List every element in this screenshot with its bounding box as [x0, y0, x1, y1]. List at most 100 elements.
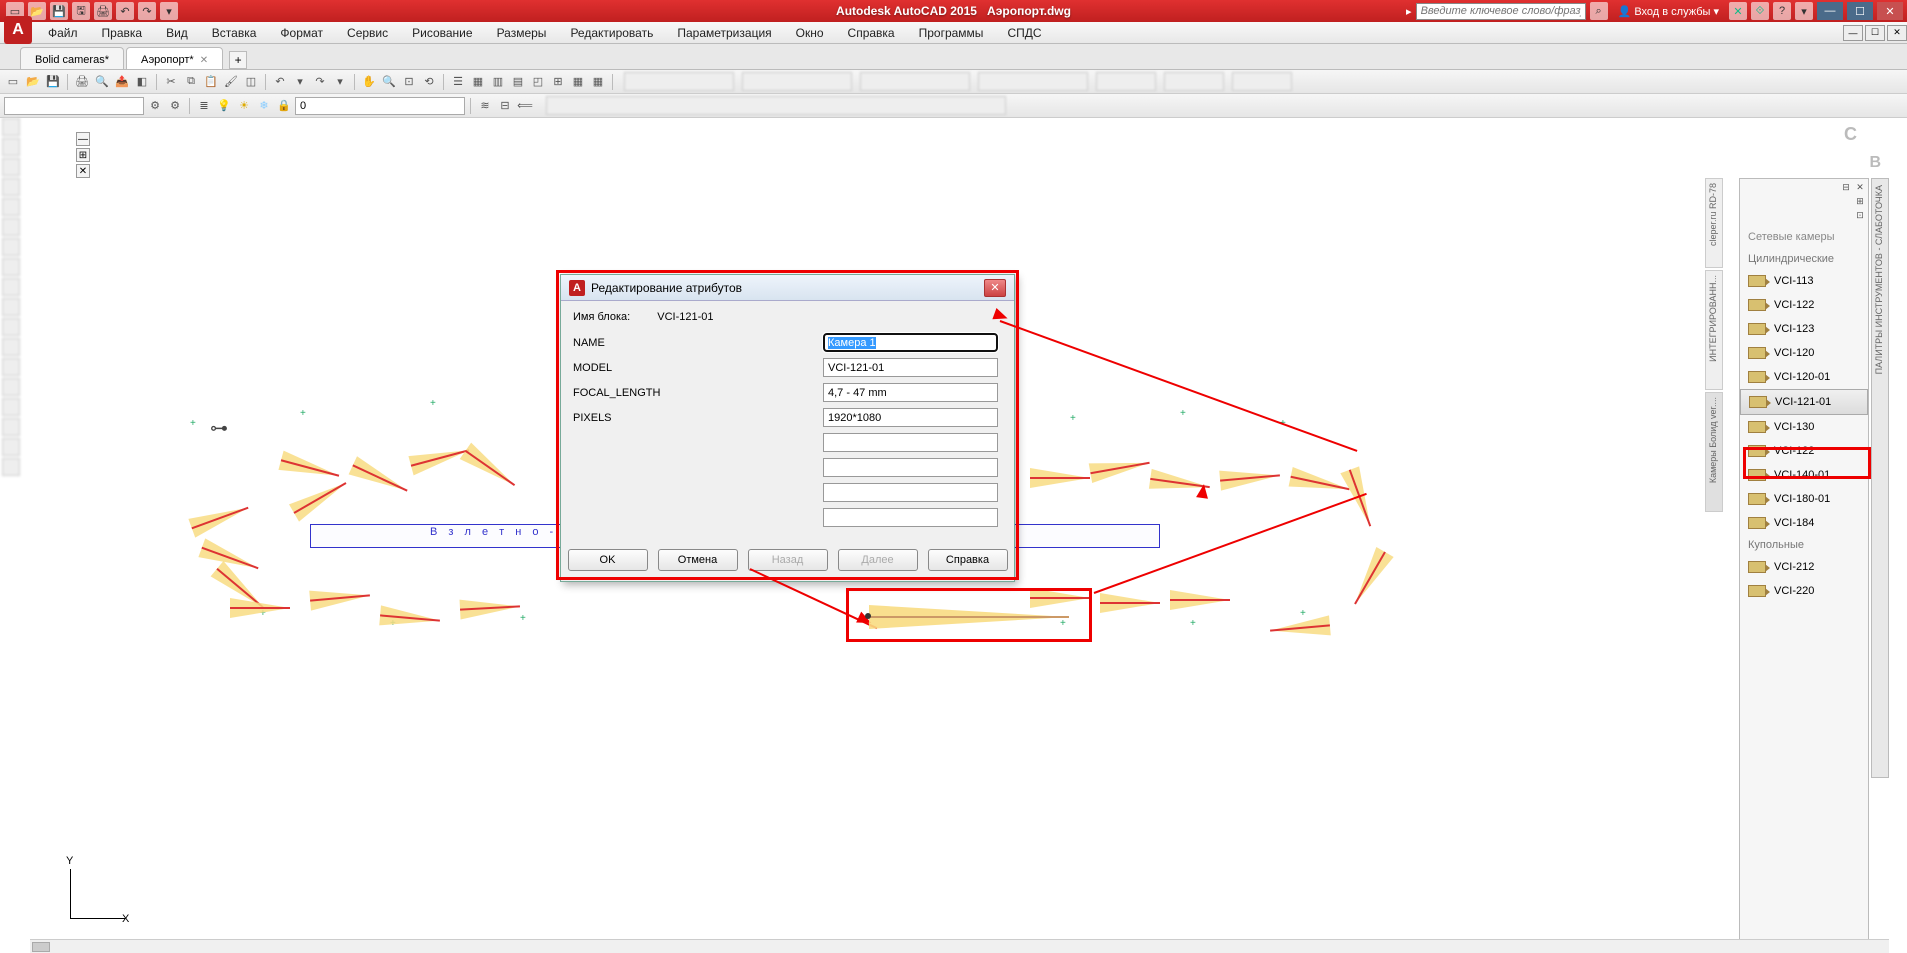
tb-3d-icon[interactable]: ◧ [133, 73, 151, 91]
qat-saveas-icon[interactable]: 🖫 [72, 2, 90, 20]
palette-item-vci-184[interactable]: VCI-184 [1740, 511, 1868, 535]
tab-add-button[interactable]: + [229, 51, 247, 69]
menu-draw[interactable]: Рисование [400, 23, 484, 43]
viewport-btn2[interactable]: ⊞ [76, 148, 90, 162]
attr-input-FOCAL_LENGTH[interactable] [823, 383, 998, 402]
tb-laystate-icon[interactable]: ≋ [476, 97, 494, 115]
tb-tp-icon[interactable]: ▥ [489, 73, 507, 91]
palette-close-icon[interactable]: ✕ [1854, 181, 1866, 193]
attr-input-blank[interactable] [823, 433, 998, 452]
tb-ssm-icon[interactable]: ▤ [509, 73, 527, 91]
app-logo-icon[interactable]: A [4, 16, 32, 44]
palette-tab-integr[interactable]: ИНТЕГРИРОВАНН... [1705, 270, 1723, 390]
blur-combo-4[interactable] [978, 72, 1088, 91]
blur-long[interactable] [546, 96, 1006, 115]
tab-airport[interactable]: Аэропорт*✕ [126, 47, 223, 69]
tb-gear-icon[interactable]: ⚙ [146, 97, 164, 115]
palette-item-vci-121-01[interactable]: VCI-121-01 [1740, 389, 1868, 415]
tab-bolid[interactable]: Bolid cameras* [20, 47, 124, 69]
tb-drop2-icon[interactable]: ▾ [331, 73, 349, 91]
vt-mirror-icon[interactable] [2, 418, 20, 436]
tb-copy-icon[interactable]: ⧉ [182, 73, 200, 91]
palette-item-vci-120[interactable]: VCI-120 [1740, 341, 1868, 365]
tb-open-icon[interactable]: 📂 [24, 73, 42, 91]
qat-undo-icon[interactable]: ↶ [116, 2, 134, 20]
dialog-titlebar[interactable]: A Редактирование атрибутов ✕ [561, 275, 1014, 301]
vt-rect-icon[interactable] [2, 198, 20, 216]
palette-pin-icon[interactable]: ⊟ [1840, 181, 1852, 193]
blur-combo-1[interactable] [624, 72, 734, 91]
attr-input-PIXELS[interactable] [823, 408, 998, 427]
search-input[interactable] [1416, 3, 1586, 20]
exchange-icon[interactable]: ✕ [1729, 2, 1747, 20]
tb-lock-icon[interactable]: 🔒 [275, 97, 293, 115]
menu-format[interactable]: Формат [268, 23, 335, 43]
close-button[interactable]: ✕ [1877, 2, 1903, 20]
tb-qc-icon[interactable]: ⊞ [549, 73, 567, 91]
tb-markup-icon[interactable]: ◰ [529, 73, 547, 91]
palette-title-bar[interactable]: ПАЛИТРЫ ИНСТРУМЕНТОВ - СЛАБОТОЧКА [1871, 178, 1889, 778]
menu-spds[interactable]: СПДС [995, 23, 1053, 43]
tb-new-icon[interactable]: ▭ [4, 73, 22, 91]
palette-item-vci-123[interactable]: VCI-123 [1740, 317, 1868, 341]
ok-button[interactable]: OK [568, 549, 648, 571]
menu-edit[interactable]: Правка [90, 23, 155, 43]
palette-opt2-icon[interactable]: ⊡ [1854, 209, 1866, 221]
vt-copy-icon[interactable] [2, 318, 20, 336]
tab-close-icon[interactable]: ✕ [200, 55, 208, 66]
menu-view[interactable]: Вид [154, 23, 200, 43]
a360-icon[interactable]: ⟐ [1751, 2, 1769, 20]
qat-drop-icon[interactable]: ▾ [160, 2, 178, 20]
tb-props-icon[interactable]: ☰ [449, 73, 467, 91]
tb-drop1-icon[interactable]: ▾ [291, 73, 309, 91]
menu-param[interactable]: Параметризация [665, 23, 783, 43]
qat-redo-icon[interactable]: ↷ [138, 2, 156, 20]
vt-hatch-icon[interactable] [2, 238, 20, 256]
menu-file[interactable]: Файл [36, 23, 90, 43]
tb-grid-icon[interactable]: ▦ [589, 73, 607, 91]
tb-gear2-icon[interactable]: ⚙ [166, 97, 184, 115]
vt-arc-icon[interactable] [2, 178, 20, 196]
palette-opt1-icon[interactable]: ⊞ [1854, 195, 1866, 207]
login-link[interactable]: 👤 Вход в службы ▾ [1612, 5, 1725, 18]
tb-layiso-icon[interactable]: ⊟ [496, 97, 514, 115]
vt-scale-icon[interactable] [2, 438, 20, 456]
dialog-close-button[interactable]: ✕ [984, 279, 1006, 297]
palette-item-vci-220[interactable]: VCI-220 [1740, 579, 1868, 603]
vt-text-icon[interactable] [2, 258, 20, 276]
vt-pline-icon[interactable] [2, 138, 20, 156]
menu-help[interactable]: Справка [836, 23, 907, 43]
doc-close-button[interactable]: ✕ [1887, 25, 1907, 41]
tb-sun-icon[interactable]: ☀ [235, 97, 253, 115]
vt-rotate-icon[interactable] [2, 338, 20, 356]
vt-trim-icon[interactable] [2, 358, 20, 376]
tb-layers-icon[interactable]: ≣ [195, 97, 213, 115]
palette-tab-cleper[interactable]: cleper.ru RD-78 [1705, 178, 1723, 268]
qat-save-icon[interactable]: 💾 [50, 2, 68, 20]
doc-max-button[interactable]: ☐ [1865, 25, 1885, 41]
tb-preview-icon[interactable]: 🔍 [93, 73, 111, 91]
tb-save-icon[interactable]: 💾 [44, 73, 62, 91]
tb-zoom-icon[interactable]: 🔍 [380, 73, 398, 91]
palette-item-vci-180-01[interactable]: VCI-180-01 [1740, 487, 1868, 511]
blur-btn-3[interactable] [1232, 72, 1292, 91]
vt-offset-icon[interactable] [2, 398, 20, 416]
tb-bulb-icon[interactable]: 💡 [215, 97, 233, 115]
tb-paste-icon[interactable]: 📋 [202, 73, 220, 91]
blur-combo-3[interactable] [860, 72, 970, 91]
cancel-button[interactable]: Отмена [658, 549, 738, 571]
palette-item-vci-120-01[interactable]: VCI-120-01 [1740, 365, 1868, 389]
tb-match-icon[interactable]: 🖌 [222, 73, 240, 91]
vt-array-icon[interactable] [2, 458, 20, 476]
tb-publish-icon[interactable]: 📤 [113, 73, 131, 91]
blur-btn-1[interactable] [1096, 72, 1156, 91]
vt-dim-icon[interactable] [2, 278, 20, 296]
help-button[interactable]: Справка [928, 549, 1008, 571]
layer-combo[interactable] [295, 97, 465, 115]
h-scrollbar[interactable] [30, 939, 1889, 953]
menu-modify[interactable]: Редактировать [558, 23, 665, 43]
scrollbar-thumb[interactable] [32, 942, 50, 952]
palette-item-vci-212[interactable]: VCI-212 [1740, 555, 1868, 579]
drop2-icon[interactable]: ▾ [1795, 2, 1813, 20]
tb-redo-icon[interactable]: ↷ [311, 73, 329, 91]
